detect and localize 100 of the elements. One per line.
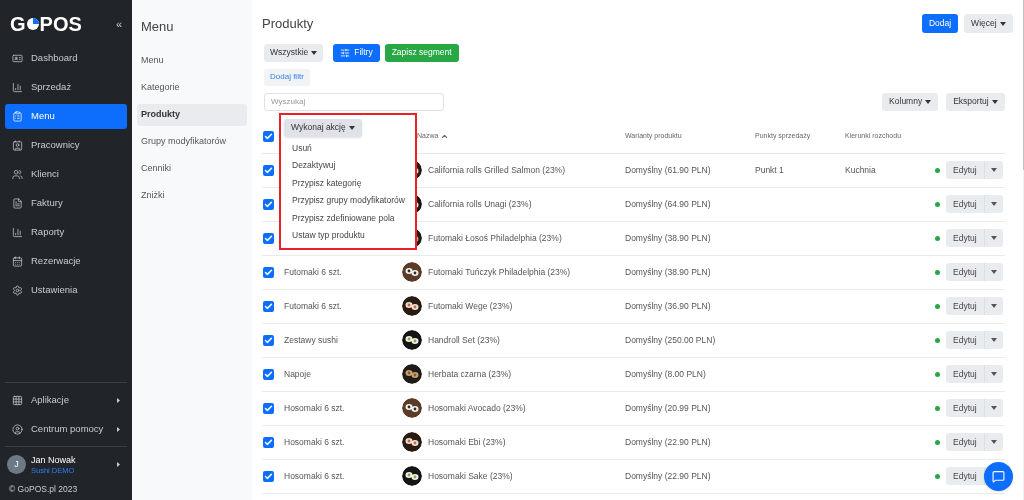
checkbox[interactable] xyxy=(263,334,274,346)
edit-button[interactable]: Edytuj xyxy=(946,331,984,349)
document-icon xyxy=(12,198,23,209)
checkbox[interactable] xyxy=(263,164,274,176)
category-cell: Zestawy sushi xyxy=(284,334,338,345)
nav-item[interactable]: Klienci xyxy=(5,162,127,187)
bar-chart-icon xyxy=(12,82,23,93)
segment-dropdown[interactable]: Wszystkie xyxy=(264,43,324,62)
submenu-item[interactable]: Cenniki xyxy=(137,157,247,180)
variant-cell: Domyślny (250.00 PLN) xyxy=(625,334,716,345)
checkbox[interactable] xyxy=(263,232,274,244)
submenu-item[interactable]: Menu xyxy=(137,49,247,72)
submenu-item[interactable]: Grupy modyfikatorów xyxy=(137,130,247,153)
nav-item[interactable]: Rezerwacje xyxy=(5,249,127,274)
user-name: Jan Nowak xyxy=(31,454,77,466)
caret-icon xyxy=(311,50,318,55)
bulk-action-option[interactable]: Przypisz kategorię xyxy=(284,174,412,192)
submenu-item[interactable]: Kategorie xyxy=(137,76,247,99)
caret-icon xyxy=(117,462,120,468)
submenu-item[interactable]: Zniżki xyxy=(137,184,247,207)
nav-item[interactable]: Centrum pomocy xyxy=(5,416,127,442)
variant-cell: Domyślny (38.90 PLN) xyxy=(625,266,711,277)
checkbox[interactable] xyxy=(263,368,274,380)
checkbox[interactable] xyxy=(263,131,274,142)
sales-point-cell: Punkt 1 xyxy=(755,164,784,175)
nav-item[interactable]: Pracownicy xyxy=(5,133,127,158)
product-name: Hosomaki Avocado (23%) xyxy=(428,401,526,415)
bar-chart-icon xyxy=(12,227,23,238)
clipboard-icon xyxy=(12,111,23,122)
edit-button[interactable]: Edytuj xyxy=(946,297,984,315)
checkbox[interactable] xyxy=(263,436,274,448)
caret-icon xyxy=(117,426,120,432)
add-filter-button[interactable]: Dodaj filtr xyxy=(264,68,310,86)
nav-item[interactable]: Faktury xyxy=(5,191,127,216)
edit-button[interactable]: Edytuj xyxy=(946,161,984,179)
edit-button[interactable]: Edytuj xyxy=(946,195,984,213)
edit-button[interactable]: Edytuj xyxy=(946,263,984,281)
users-icon xyxy=(12,169,23,180)
caret-icon xyxy=(990,304,997,308)
nav-item[interactable]: Menu xyxy=(5,104,127,129)
bulk-action-button[interactable]: Wykonaj akcję xyxy=(284,118,362,137)
edit-button[interactable]: Edytuj xyxy=(946,399,984,417)
user-icon xyxy=(12,423,23,435)
checkbox[interactable] xyxy=(263,266,274,278)
more-button[interactable]: Więcej xyxy=(964,14,1013,34)
edit-button[interactable]: Edytuj xyxy=(946,467,984,485)
product-name: California rolls Unagi (23%) xyxy=(428,197,532,211)
grid-icon xyxy=(12,394,23,406)
caret-icon xyxy=(990,338,997,342)
product-name: Futomaki Wege (23%) xyxy=(428,299,513,313)
nav-item[interactable]: Raporty xyxy=(5,220,127,245)
copyright: © GoPOS.pl 2023 xyxy=(8,483,79,497)
checkbox[interactable] xyxy=(263,198,274,210)
caret-icon xyxy=(348,125,355,130)
variant-cell: Domyślny (8.00 PLN) xyxy=(625,368,706,379)
variant-cell: Domyślny (38.90 PLN) xyxy=(625,232,711,243)
caret-icon xyxy=(990,372,997,376)
product-name: Herbata czarna (23%) xyxy=(428,367,512,381)
product-name: California rolls Grilled Salmon (23%) xyxy=(428,163,565,177)
checkbox[interactable] xyxy=(263,300,274,312)
caret-icon xyxy=(117,397,120,403)
category-cell: Napoje xyxy=(284,368,311,379)
export-button[interactable]: Eksportuj xyxy=(946,92,1005,111)
edit-button[interactable]: Edytuj xyxy=(946,365,984,383)
nav-item[interactable]: Sprzedaż xyxy=(5,75,127,100)
submenu-item[interactable]: Produkty xyxy=(137,103,247,126)
bulk-action-option[interactable]: Przypisz zdefiniowane pola xyxy=(284,209,412,227)
page-title: Produkty xyxy=(262,15,314,33)
caret-icon xyxy=(990,270,997,274)
direction-cell: Kuchnia xyxy=(845,164,876,175)
variant-cell: Domyślny (22.90 PLN) xyxy=(625,436,711,447)
bulk-action-option[interactable]: Dezaktywuj xyxy=(284,157,412,175)
checkbox[interactable] xyxy=(263,470,274,482)
bulk-action-option[interactable]: Przypisz grupy modyfikatorów xyxy=(284,192,412,210)
category-cell: Hosomaki 6 szt. xyxy=(284,436,345,447)
avatar: J xyxy=(7,455,26,475)
product-name: Futomaki Łosoś Philadelphia (23%) xyxy=(428,231,562,245)
product-name: Hosomaki Sake (23%) xyxy=(428,469,513,483)
edit-button[interactable]: Edytuj xyxy=(946,433,984,451)
add-button[interactable]: Dodaj xyxy=(921,14,959,34)
checkbox[interactable] xyxy=(263,402,274,414)
bulk-action-option[interactable]: Usuń xyxy=(284,139,412,157)
settings-icon xyxy=(12,285,23,296)
submenu-title: Menu xyxy=(140,18,175,36)
contact-card-icon xyxy=(12,140,23,151)
nav-item[interactable]: Dashboard xyxy=(5,46,127,71)
nav-item[interactable]: Ustawienia xyxy=(5,278,127,303)
category-cell: Futomaki 6 szt. xyxy=(284,266,342,277)
caret-icon xyxy=(990,406,997,410)
bulk-action-option[interactable]: Ustaw typ produktu xyxy=(284,227,412,245)
nav-item[interactable]: Aplikacje xyxy=(5,387,127,413)
variant-cell: Domyślny (64.90 PLN) xyxy=(625,198,711,209)
caret-icon xyxy=(990,202,997,206)
chat-button[interactable] xyxy=(983,462,1013,491)
columns-button[interactable]: Kolumny xyxy=(882,92,939,111)
collapse-button[interactable]: « xyxy=(115,15,122,33)
calendar-icon xyxy=(12,256,23,267)
search-field[interactable]: Wyszukaj xyxy=(264,92,444,111)
edit-button[interactable]: Edytuj xyxy=(946,229,984,247)
filters-button[interactable]: Filtry xyxy=(333,43,380,62)
